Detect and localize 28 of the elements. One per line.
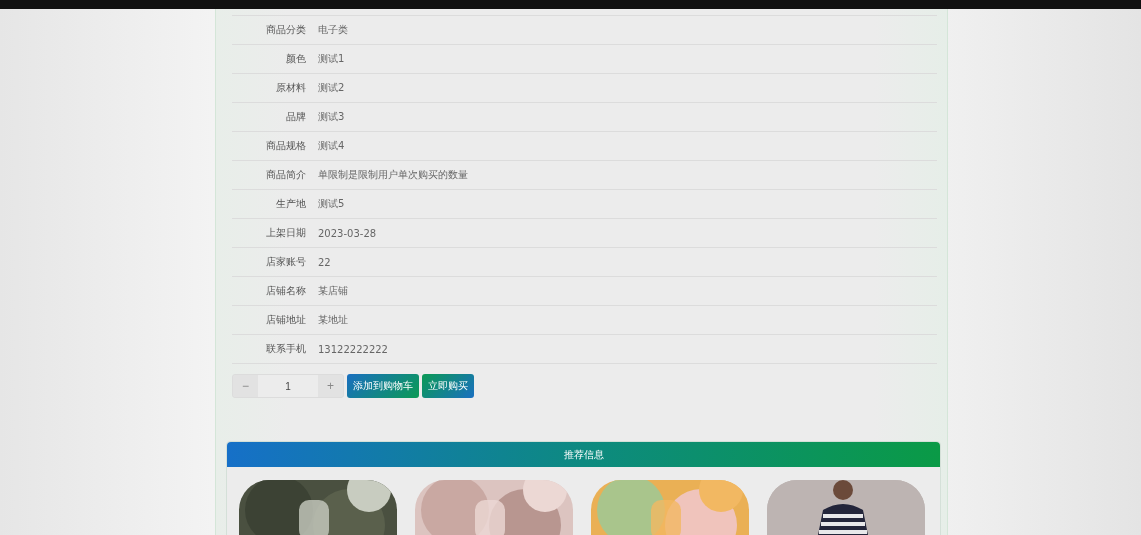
field-value: 单限制是限制用户单次购买的数量	[318, 168, 468, 182]
field-value: 22	[318, 256, 331, 268]
field-value: 测试3	[318, 110, 345, 124]
field-value: 某地址	[318, 313, 348, 327]
field-label: 原材料	[275, 81, 306, 95]
field-value: 某店铺	[318, 284, 348, 298]
field-label: 店家账号	[265, 255, 306, 269]
field-value: 电子类	[318, 23, 348, 37]
field-label: 店铺地址	[265, 313, 306, 327]
field-label: 颜色	[285, 52, 306, 66]
field-label: 商品简介	[265, 168, 306, 182]
field-label: 生产地	[275, 197, 306, 211]
buy-now-button[interactable]: 立即购买	[422, 374, 474, 398]
field-label: 联系手机	[265, 342, 306, 356]
field-value: 测试5	[318, 197, 345, 211]
recommend-title: 推荐信息	[227, 442, 940, 467]
field-value: 13122222222	[318, 343, 388, 355]
quantity-field[interactable]: 1	[258, 375, 318, 397]
field-label: 品牌	[285, 110, 306, 124]
field-value: 2023-03-28	[318, 227, 377, 239]
field-label: 上架日期	[265, 226, 306, 240]
field-value: 测试4	[318, 139, 345, 153]
field-value: 测试2	[318, 81, 345, 95]
field-label: 商品规格	[265, 139, 306, 153]
field-label: 商品分类	[265, 23, 306, 37]
field-value: 测试1	[318, 52, 345, 66]
add-to-cart-button[interactable]: 添加到购物车	[347, 374, 419, 398]
field-label: 店铺名称	[265, 284, 306, 298]
